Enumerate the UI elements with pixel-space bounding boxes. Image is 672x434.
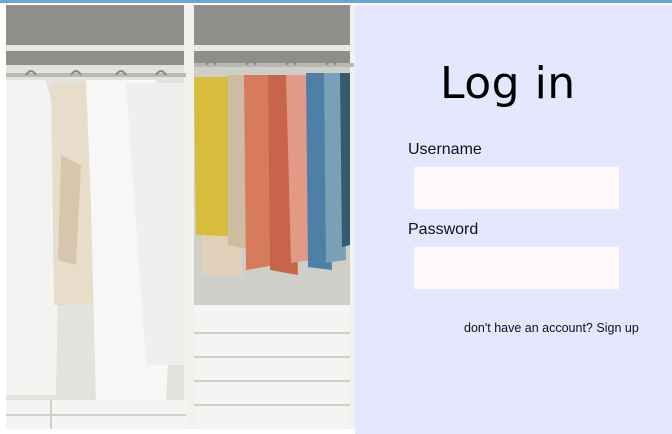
username-field[interactable] xyxy=(414,167,619,209)
username-label: Username xyxy=(408,141,482,158)
page-title: Log in xyxy=(440,58,576,109)
top-border xyxy=(0,0,672,3)
password-label: Password xyxy=(408,221,479,238)
login-window: Log in Username Password don't have an a… xyxy=(0,0,672,434)
password-field[interactable] xyxy=(414,247,619,289)
signup-prompt: don't have an account? Sign up xyxy=(464,321,639,335)
signup-link[interactable]: Sign up xyxy=(596,321,638,335)
wardrobe-image xyxy=(6,5,355,429)
signup-prompt-text: don't have an account? xyxy=(464,321,593,335)
